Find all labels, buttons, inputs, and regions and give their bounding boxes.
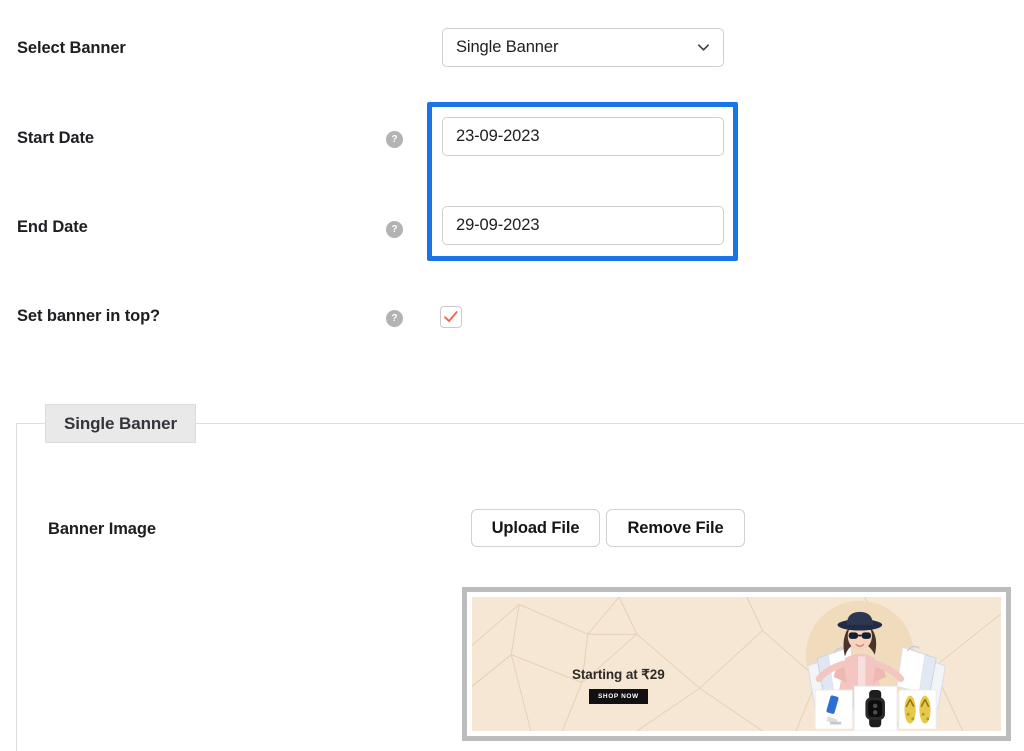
end-date-help-icon[interactable]: ?	[386, 221, 403, 238]
product-thumbnails	[815, 686, 936, 731]
set-banner-top-help-icon[interactable]: ?	[386, 310, 403, 327]
end-date-label: End Date	[17, 218, 88, 237]
set-banner-top-checkbox[interactable]	[440, 306, 462, 328]
panel-legend-text: Single Banner	[64, 414, 177, 434]
remove-file-button[interactable]: Remove File	[606, 509, 745, 547]
upload-file-button[interactable]: Upload File	[471, 509, 600, 547]
start-date-help-icon[interactable]: ?	[386, 131, 403, 148]
start-date-label: Start Date	[17, 129, 94, 148]
banner-headline: Starting at ₹29	[572, 667, 665, 683]
checkmark-icon	[441, 307, 461, 327]
select-banner-value: Single Banner	[456, 38, 696, 57]
chevron-down-icon	[696, 40, 711, 55]
banner-canvas: Starting at ₹29 SHOP NOW	[472, 597, 1001, 731]
banner-image-label: Banner Image	[48, 520, 156, 539]
start-date-input[interactable]: 23-09-2023	[442, 117, 724, 156]
set-banner-top-label: Set banner in top?	[17, 307, 160, 326]
banner-image-preview[interactable]: Starting at ₹29 SHOP NOW	[462, 587, 1011, 741]
select-banner-label: Select Banner	[17, 39, 126, 58]
banner-artwork	[741, 597, 1001, 731]
banner-settings-form: Select Banner Single Banner Start Date ?…	[0, 0, 1024, 751]
end-date-input[interactable]: 29-09-2023	[442, 206, 724, 245]
single-banner-panel-legend: Single Banner	[45, 404, 196, 443]
select-banner-dropdown[interactable]: Single Banner	[442, 28, 724, 67]
banner-cta-button[interactable]: SHOP NOW	[589, 689, 648, 704]
